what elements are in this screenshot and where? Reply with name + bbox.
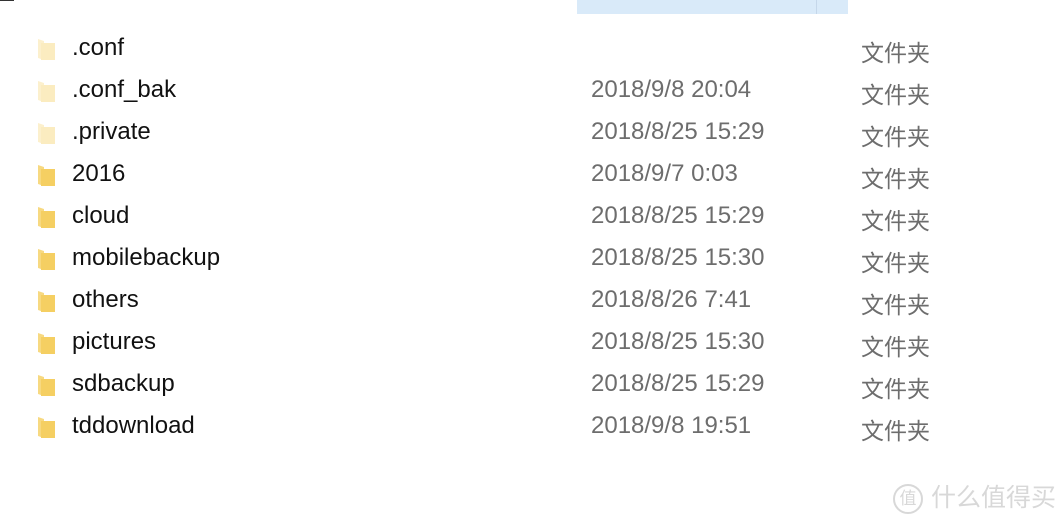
file-type: 文件夹 [861, 167, 930, 193]
folder-icon [38, 249, 55, 270]
file-type: 文件夹 [861, 83, 930, 109]
column-divider[interactable] [816, 0, 817, 14]
folder-icon [38, 417, 55, 438]
file-type: 文件夹 [861, 251, 930, 277]
file-type: 文件夹 [861, 419, 930, 445]
file-type: 文件夹 [861, 293, 930, 319]
file-row[interactable]: pictures 2018/8/25 15:30 文件夹 [0, 322, 1061, 364]
file-date: 2018/8/26 7:41 [591, 286, 752, 313]
file-type: 文件夹 [861, 335, 930, 361]
file-name: cloud [72, 202, 130, 229]
file-row[interactable]: sdbackup 2018/8/25 15:29 文件夹 [0, 364, 1061, 406]
column-header-selected[interactable] [577, 0, 848, 14]
folder-icon [38, 123, 55, 144]
file-row[interactable]: others 2018/8/26 7:41 文件夹 [0, 280, 1061, 322]
watermark-logo: 值什么值得买 [893, 478, 1056, 514]
watermark-text: 什么值得买 [931, 483, 1057, 512]
file-name: .conf [72, 34, 125, 61]
file-date: 2018/8/25 15:30 [591, 244, 765, 271]
file-type: 文件夹 [861, 377, 930, 403]
file-row[interactable]: .conf 文件夹 [0, 28, 1061, 70]
file-name: pictures [72, 328, 157, 355]
folder-icon [38, 39, 55, 60]
file-row[interactable]: .conf_bak 2018/9/8 20:04 文件夹 [0, 70, 1061, 112]
file-type: 文件夹 [861, 41, 930, 67]
file-name: mobilebackup [72, 244, 221, 271]
file-date: 2018/8/25 15:30 [591, 328, 765, 355]
file-name: 2016 [72, 160, 126, 187]
folder-icon [38, 375, 55, 396]
file-date: 2018/9/7 0:03 [591, 160, 738, 187]
file-row[interactable]: tddownload 2018/9/8 19:51 文件夹 [0, 406, 1061, 448]
file-date: 2018/8/25 15:29 [591, 118, 765, 145]
folder-icon [38, 333, 55, 354]
file-row[interactable]: mobilebackup 2018/8/25 15:30 文件夹 [0, 238, 1061, 280]
file-row[interactable]: 2016 2018/9/7 0:03 文件夹 [0, 154, 1061, 196]
file-date: 2018/9/8 20:04 [591, 76, 752, 103]
file-date: 2018/8/25 15:29 [591, 202, 765, 229]
folder-icon [38, 207, 55, 228]
watermark-badge: 值 [893, 484, 923, 514]
folder-icon [38, 165, 55, 186]
file-name: .private [72, 118, 151, 145]
folder-icon [38, 81, 55, 102]
file-type: 文件夹 [861, 125, 930, 151]
file-row[interactable]: .private 2018/8/25 15:29 文件夹 [0, 112, 1061, 154]
file-date: 2018/8/25 15:29 [591, 370, 765, 397]
folder-icon [38, 291, 55, 312]
file-name: others [72, 286, 139, 313]
file-name: .conf_bak [72, 76, 177, 103]
file-type: 文件夹 [861, 209, 930, 235]
file-name: tddownload [72, 412, 195, 439]
file-name: sdbackup [72, 370, 175, 397]
file-date: 2018/9/8 19:51 [591, 412, 752, 439]
file-row[interactable]: cloud 2018/8/25 15:29 文件夹 [0, 196, 1061, 238]
window-edge [0, 0, 14, 1]
